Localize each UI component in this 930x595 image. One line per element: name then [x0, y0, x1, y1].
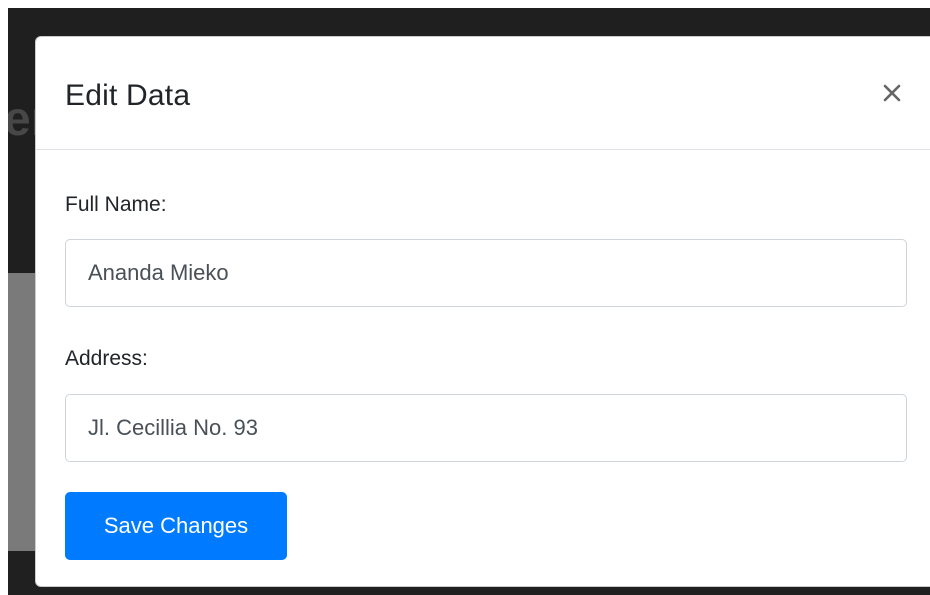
- modal-title: Edit Data: [65, 79, 191, 112]
- modal-body: Full Name: Address: Save Changes: [36, 151, 930, 586]
- close-icon: [883, 84, 901, 102]
- close-button[interactable]: [874, 75, 910, 111]
- full-name-input[interactable]: [65, 239, 907, 307]
- address-label: Address:: [65, 347, 148, 370]
- modal-header: Edit Data: [36, 37, 930, 150]
- address-input[interactable]: [65, 394, 907, 462]
- edit-data-modal: Edit Data Full Name: Address: Save Chang…: [35, 36, 930, 587]
- full-name-label: Full Name:: [65, 193, 167, 216]
- save-changes-button[interactable]: Save Changes: [65, 492, 287, 560]
